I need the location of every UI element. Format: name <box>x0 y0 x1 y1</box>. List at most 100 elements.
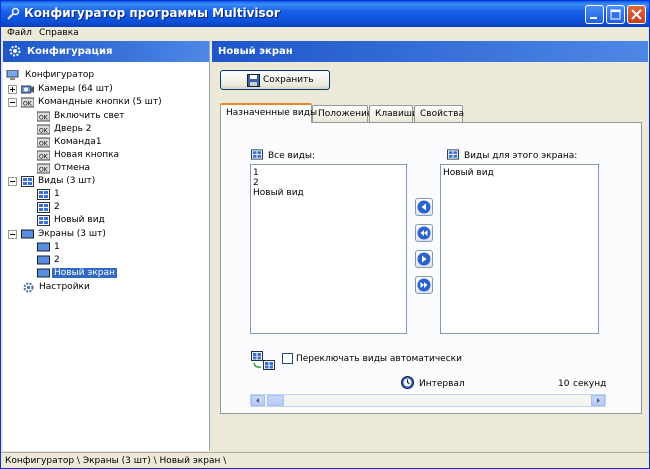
config-panel-title: Конфигурация <box>27 46 113 57</box>
interval-value: 10 <box>558 379 570 389</box>
gear-icon <box>9 45 21 57</box>
window-title: Конфигуратор программы Multivisor <box>24 6 280 20</box>
ok-button-icon: OK <box>37 111 50 122</box>
list-item[interactable]: 2 <box>253 178 259 188</box>
list-item[interactable]: Новый вид <box>443 168 494 178</box>
scroll-right-button[interactable] <box>591 395 605 406</box>
screen-editor-title: Новый экран <box>218 46 293 57</box>
tree-label: Дверь 2 <box>54 124 92 134</box>
arrow-left-icon <box>417 200 431 214</box>
tree-item-view-1[interactable]: 1 <box>37 188 207 201</box>
expand-plus-icon[interactable] <box>8 85 17 94</box>
tab-label: Положение <box>318 109 373 119</box>
gear-icon <box>23 282 34 293</box>
grid-view-icon <box>37 189 50 200</box>
tree-item-button-new[interactable]: OK Новая кнопка <box>37 149 207 162</box>
tab-properties[interactable]: Свойства <box>414 105 464 122</box>
wrench-icon <box>7 7 20 20</box>
tree-label: Команда1 <box>54 137 102 147</box>
ok-button-icon: OK <box>21 97 34 108</box>
status-path: Конфигуратор \ Экраны (3 шт) \ Новый экр… <box>5 456 227 466</box>
grid-view-icon <box>21 176 34 187</box>
tree-item-view-2[interactable]: 2 <box>37 201 207 214</box>
scroll-left-button[interactable] <box>251 395 265 406</box>
tab-assigned-views[interactable]: Назначенные виды <box>220 103 317 123</box>
svg-text:OK: OK <box>23 101 33 108</box>
tree-label: 2 <box>54 202 60 212</box>
grid-view-icon <box>251 149 263 160</box>
tree-item-views[interactable]: Виды (3 шт) <box>8 175 208 188</box>
auto-switch-checkbox[interactable] <box>282 353 293 364</box>
tree-label: Камеры (64 шт) <box>38 84 113 94</box>
camera-icon <box>21 85 34 94</box>
tree-label: 1 <box>54 189 60 199</box>
interval-unit: секунд <box>573 379 607 389</box>
tree-item-screen-new[interactable]: Новый экран <box>37 267 207 280</box>
minimize-button[interactable] <box>585 5 604 24</box>
computer-icon <box>6 70 19 80</box>
screen-icon <box>37 268 50 278</box>
screen-views-list[interactable]: Новый вид <box>440 164 599 334</box>
tab-label: Назначенные виды <box>226 108 318 118</box>
tree-item-button-door[interactable]: OK Дверь 2 <box>37 123 207 136</box>
tree-item-cameras[interactable]: Камеры (64 шт) <box>8 83 208 96</box>
grid-view-icon <box>37 215 50 226</box>
menu-item-help[interactable]: Справка <box>39 28 79 38</box>
arrow-right-icon <box>417 252 431 266</box>
tab-keys[interactable]: Клавиши <box>369 105 418 122</box>
floppy-disk-icon <box>247 74 260 87</box>
tree-item-button-command1[interactable]: OK Команда1 <box>37 136 207 149</box>
tab-label: Свойства <box>420 109 464 119</box>
arrow-right-icon <box>597 398 600 403</box>
tree-label: Экраны (3 шт) <box>38 229 106 239</box>
tab-label: Клавиши <box>375 109 418 119</box>
tree-item-settings[interactable]: Настройки <box>22 281 207 294</box>
close-icon <box>631 9 642 20</box>
expand-minus-icon[interactable] <box>8 177 17 186</box>
expand-minus-icon[interactable] <box>8 230 17 239</box>
svg-text:OK: OK <box>39 115 49 122</box>
slider-thumb[interactable] <box>267 395 284 406</box>
tree-label: 2 <box>54 255 60 265</box>
tree-label: Включить свет <box>54 111 125 121</box>
screen-icon <box>21 229 34 239</box>
tree-item-button-light[interactable]: OK Включить свет <box>37 110 207 123</box>
title-bar[interactable]: Конфигуратор программы Multivisor <box>1 1 649 27</box>
tree-label: Новый вид <box>54 215 105 225</box>
ok-button-icon: OK <box>37 124 50 135</box>
screen-views-label: Виды для этого экрана: <box>464 151 578 161</box>
tree-label: Командные кнопки (5 шт) <box>38 97 162 107</box>
grid-view-icon <box>447 149 459 160</box>
close-button[interactable] <box>627 5 646 24</box>
maximize-button[interactable] <box>606 5 625 24</box>
svg-text:OK: OK <box>39 167 49 174</box>
menu-bar: Файл Справка <box>1 27 649 41</box>
app-window: Конфигуратор программы Multivisor Файл С… <box>0 0 650 469</box>
tree-item-view-new[interactable]: Новый вид <box>37 214 207 227</box>
tab-position[interactable]: Положение <box>312 105 372 122</box>
ok-button-icon: OK <box>37 150 50 161</box>
screen-icon <box>37 242 50 252</box>
move-left-button[interactable] <box>415 198 433 216</box>
svg-text:OK: OK <box>39 154 49 161</box>
tree-item-configurator[interactable]: Конфигуратор <box>6 69 206 82</box>
interval-slider[interactable] <box>250 394 606 407</box>
all-views-list[interactable]: 1 2 Новый вид <box>250 164 407 334</box>
list-item[interactable]: 1 <box>253 168 259 178</box>
tree-item-command-buttons[interactable]: OK Командные кнопки (5 шт) <box>8 96 208 109</box>
tree-label-selected: Новый экран <box>52 268 117 278</box>
save-button[interactable]: Сохранить <box>220 70 330 90</box>
move-all-left-button[interactable] <box>415 224 433 242</box>
tree-item-screen-1[interactable]: 1 <box>37 241 207 254</box>
interval-label: Интервал <box>419 379 465 389</box>
tree-item-screen-2[interactable]: 2 <box>37 254 207 267</box>
clock-icon <box>401 376 414 389</box>
move-all-right-button[interactable] <box>415 276 433 294</box>
list-item[interactable]: Новый вид <box>253 188 304 198</box>
move-right-button[interactable] <box>415 250 433 268</box>
all-views-label: Все виды: <box>268 151 316 161</box>
tree-item-button-cancel[interactable]: OK Отмена <box>37 162 207 175</box>
tree-item-screens[interactable]: Экраны (3 шт) <box>8 228 208 241</box>
expand-minus-icon[interactable] <box>8 98 17 107</box>
menu-item-file[interactable]: Файл <box>7 28 32 38</box>
